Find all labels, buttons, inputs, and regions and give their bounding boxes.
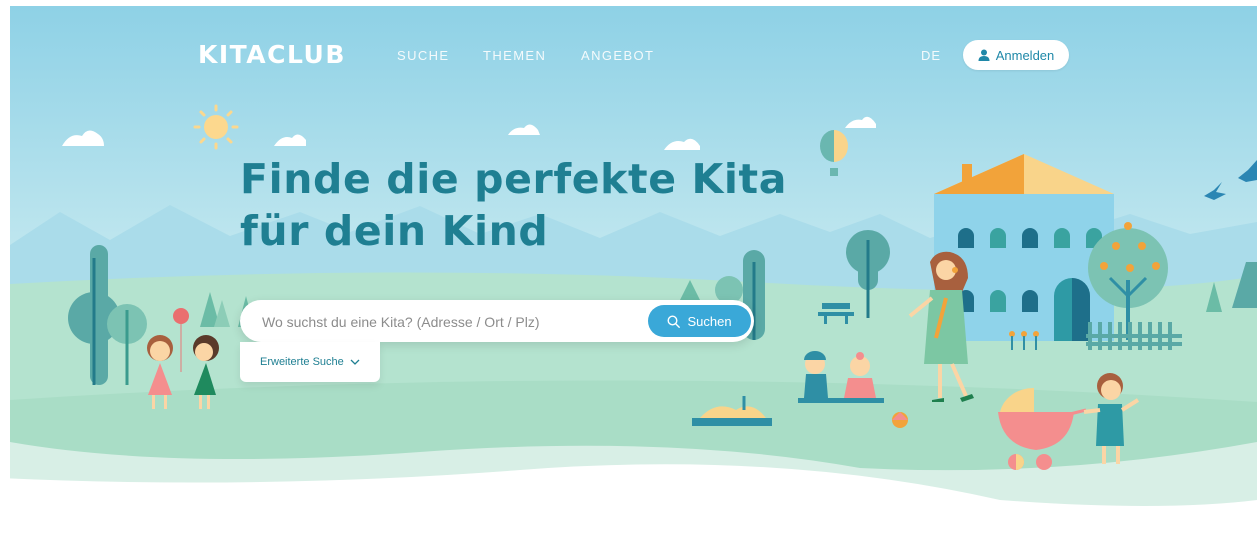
search-bar: Suchen <box>240 300 754 344</box>
hero-headline: Finde die perfekte Kita für dein Kind <box>240 153 787 257</box>
search-button[interactable]: Suchen <box>648 305 751 337</box>
chevron-down-icon <box>350 359 360 365</box>
login-label: Anmelden <box>995 47 1055 63</box>
nav-item-themen[interactable]: THEMEN <box>483 48 546 63</box>
advanced-search-label: Erweiterte Suche <box>260 356 344 368</box>
ball-icon <box>892 412 908 428</box>
search-input[interactable] <box>260 300 644 344</box>
nav-item-suche[interactable]: SUCHE <box>397 48 450 63</box>
headline-line-1: Finde die perfekte Kita <box>240 155 788 203</box>
search-button-label: Suchen <box>687 313 732 329</box>
user-icon <box>978 49 990 61</box>
top-navigation: KITACLUB SUCHE THEMEN ANGEBOT DE Anmelde… <box>0 0 1257 110</box>
search-icon <box>667 314 681 328</box>
advanced-search-toggle[interactable]: Erweiterte Suche <box>240 342 380 382</box>
language-switch[interactable]: DE <box>921 48 941 63</box>
kitaclub-logo[interactable]: KITACLUB <box>198 40 346 69</box>
headline-line-2: für dein Kind <box>240 207 549 255</box>
login-button[interactable]: Anmelden <box>963 40 1069 70</box>
nav-item-angebot[interactable]: ANGEBOT <box>581 48 654 63</box>
